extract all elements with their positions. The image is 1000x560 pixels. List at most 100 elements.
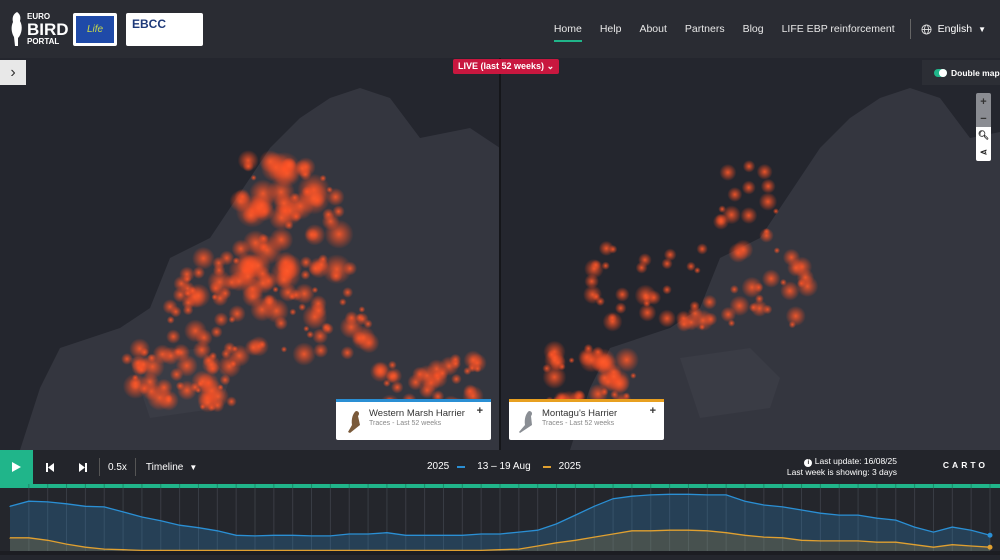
sighting-blob-right — [658, 309, 676, 328]
species-card-left[interactable]: Western Marsh Harrier Traces - Last 52 w… — [336, 399, 491, 440]
sighting-blob-right — [788, 320, 797, 329]
timeline-chart[interactable] — [0, 484, 1000, 555]
series-color-bar — [336, 399, 491, 402]
sighting-blob-left — [192, 266, 206, 280]
sighting-blob-right — [727, 187, 743, 202]
sighting-blob-left — [158, 390, 179, 411]
sighting-blob-left — [152, 344, 173, 365]
legend-year-left: 2025 — [427, 461, 450, 472]
carto-logo[interactable]: CARTO — [943, 460, 988, 470]
timeline-mode-dropdown[interactable]: Timeline — [146, 462, 183, 473]
sighting-blob-left — [195, 328, 213, 347]
sighting-blob-left — [166, 329, 181, 344]
share-icon[interactable]: ⋖ — [976, 144, 991, 161]
sighting-blob-right — [544, 349, 566, 372]
carto-text: CARTO — [942, 460, 988, 470]
sighting-blob-left — [297, 182, 330, 215]
skip-forward-icon — [78, 462, 87, 472]
double-map[interactable] — [0, 58, 1000, 450]
species-card-right[interactable]: Montagu's Harrier Traces - Last 52 weeks… — [509, 399, 664, 440]
sighting-blob-left — [339, 315, 363, 339]
sighting-blob-left — [122, 373, 149, 399]
double-map-toggle[interactable]: Double map — [922, 60, 1000, 85]
sighting-blob-right — [733, 239, 754, 260]
life-logo-text: Life — [76, 16, 114, 43]
timeline-legend: 2025 13 – 19 Aug 2025 — [427, 461, 581, 472]
live-period-dropdown[interactable]: LIVE (last 52 weeks) ⌄ — [453, 59, 560, 74]
sighting-blob-left — [342, 261, 358, 276]
sighting-blob-left — [390, 381, 404, 394]
sighting-blob-right — [662, 284, 672, 295]
open-sidebar-button[interactable]: › — [0, 60, 26, 85]
map-canvas[interactable] — [0, 58, 1000, 450]
sighting-blob-left — [166, 315, 175, 324]
search-icon[interactable]: 🔍︎ — [976, 127, 991, 144]
sighting-blob-right — [773, 247, 781, 254]
header: EURO BIRD PORTAL Life EBCC Home Help About… — [0, 0, 1000, 58]
sighting-blob-right — [787, 258, 806, 277]
add-species-button[interactable]: + — [477, 405, 483, 417]
nav-about[interactable]: About — [639, 19, 666, 39]
sighting-blob-left — [241, 285, 264, 308]
chevron-down-icon: ⌄ — [546, 61, 555, 71]
ebcc-logo[interactable]: EBCC — [126, 13, 203, 46]
sighting-blob-left — [473, 364, 482, 373]
map-controls: + − 🔍︎ ⋖ — [976, 93, 991, 161]
nav-help[interactable]: Help — [600, 19, 622, 39]
sighting-blob-left — [162, 299, 178, 315]
sighting-blob-right — [780, 281, 800, 301]
speed-button[interactable]: 0.5x — [108, 462, 127, 473]
sighting-blob-right — [763, 227, 771, 236]
sighting-blob-left — [250, 174, 257, 181]
sighting-blob-right — [719, 163, 737, 181]
step-forward-button[interactable] — [66, 462, 99, 472]
language-selector[interactable]: English ▼ — [921, 23, 986, 35]
sighting-blob-left — [450, 358, 462, 370]
sighting-blob-right — [638, 303, 657, 322]
zoom-out-button[interactable]: − — [976, 110, 991, 127]
add-species-button[interactable]: + — [650, 405, 656, 417]
sighting-blob-right — [584, 258, 604, 279]
step-back-button[interactable] — [33, 462, 66, 472]
life-logo[interactable]: Life — [73, 13, 117, 46]
zoom-in-button[interactable]: + — [976, 93, 991, 110]
sighting-blob-left — [135, 356, 152, 373]
nav-divider — [909, 19, 911, 39]
sighting-blob-left — [217, 354, 242, 379]
toggle-switch[interactable] — [934, 68, 947, 77]
sighting-blob-left — [385, 367, 403, 384]
sighting-blob-left — [173, 347, 183, 357]
sighting-blob-left — [306, 330, 315, 339]
sighting-blob-left — [248, 179, 278, 208]
sighting-blob-left — [329, 269, 343, 283]
sighting-blob-right — [742, 160, 756, 173]
sighting-blob-right — [758, 192, 778, 211]
play-button[interactable] — [0, 450, 33, 484]
series-color-bar — [509, 399, 664, 402]
timeline-baseline — [0, 551, 1000, 555]
main-nav: Home Help About Partners Blog LIFE EBP r… — [545, 0, 1000, 58]
sighting-blob-right — [729, 284, 739, 294]
sighting-blob-left — [338, 298, 347, 306]
sighting-blob-left — [310, 302, 327, 320]
sighting-blob-left — [175, 381, 185, 391]
sighting-blob-right — [602, 311, 623, 332]
timeline-chart-svg[interactable] — [0, 484, 1000, 555]
sighting-blob-left — [213, 312, 229, 327]
nav-life-ebp[interactable]: LIFE EBP reinforcement — [782, 19, 895, 39]
sighting-blob-right — [596, 369, 613, 387]
sighting-blob-left — [208, 351, 218, 361]
sighting-blob-left — [182, 304, 194, 316]
sighting-blob-left — [229, 360, 237, 368]
nav-partners[interactable]: Partners — [685, 19, 725, 39]
sighting-blob-right — [601, 261, 610, 270]
showing-text: Last week is showing: 3 days — [786, 467, 897, 477]
sighting-blob-right — [772, 208, 779, 215]
nav-blog[interactable]: Blog — [743, 19, 764, 39]
euro-bird-portal-logo[interactable]: EURO BIRD PORTAL — [10, 12, 69, 46]
sighting-blob-right — [748, 302, 759, 313]
sighting-blob-right — [583, 285, 603, 305]
nav-home[interactable]: Home — [553, 19, 582, 42]
montagus-harrier-bird-icon — [519, 411, 533, 433]
sighting-blob-left — [220, 348, 232, 359]
